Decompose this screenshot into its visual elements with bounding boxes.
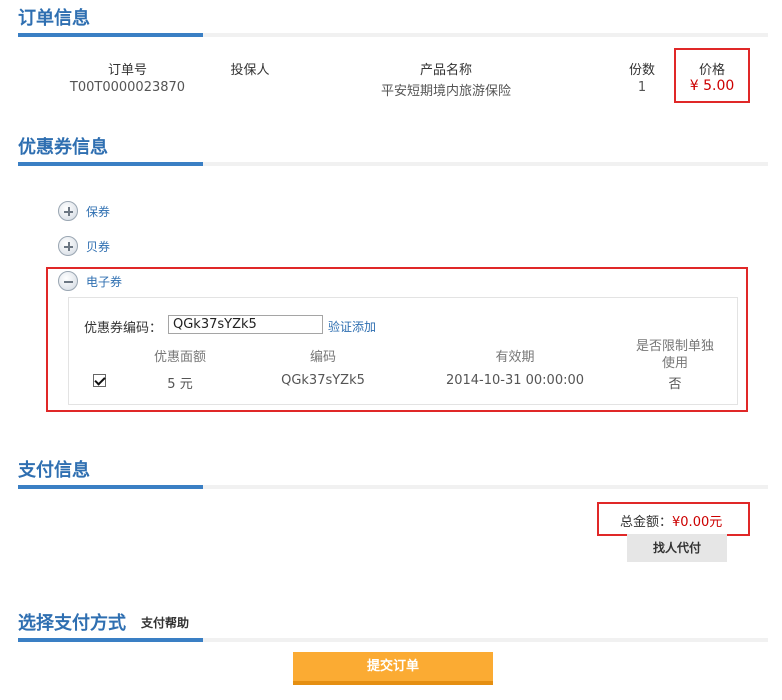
coupon-section-title: 优惠券信息 (18, 137, 108, 158)
coupon-code-cell: QGk37sYZk5 (281, 373, 365, 388)
total-amount: 总金额：¥0.00元 (620, 511, 722, 530)
coupon-type-label: 贝券 (86, 239, 111, 254)
price-value: ¥ 5.00 (689, 78, 735, 94)
payment-section-title: 支付信息 (18, 460, 90, 481)
order-section-title: 订单信息 (18, 8, 90, 29)
policyholder-header: 投保人 (230, 63, 270, 78)
coupon-code-label: 优惠券编码： (84, 321, 163, 336)
coupon-type-label: 保券 (86, 204, 111, 219)
section-underline-accent (18, 162, 203, 166)
price-column: 价格 ¥ 5.00 (676, 59, 748, 94)
coupon-type-baoquan[interactable]: 保券 (58, 200, 110, 222)
section-underline (203, 638, 768, 642)
coupon-select-checkbox[interactable] (93, 374, 106, 387)
coupon-code-input[interactable] (168, 315, 323, 334)
section-underline (203, 33, 768, 37)
order-number-column: 订单号 T00T0000023870 (60, 59, 195, 95)
order-number-header: 订单号 (107, 63, 147, 78)
coupon-amount-cell: 5 元 (167, 377, 193, 392)
section-underline-accent (18, 485, 203, 489)
quantity-column: 份数 1 (617, 59, 667, 95)
policyholder-column: 投保人 (215, 59, 285, 80)
coupon-table-header-code: 编码 (309, 350, 336, 365)
product-name-value: 平安短期境内旅游保险 (380, 84, 511, 99)
order-number-value: T00T0000023870 (69, 80, 186, 95)
product-name-header: 产品名称 (419, 63, 472, 78)
verify-add-link[interactable]: 验证添加 (328, 318, 376, 335)
coupon-expiry-cell: 2014-10-31 00:00:00 (445, 373, 585, 388)
price-header: 价格 (698, 63, 725, 78)
product-name-column: 产品名称 平安短期境内旅游保险 (356, 59, 536, 99)
total-label: 总金额： (620, 515, 673, 530)
section-underline (203, 485, 768, 489)
coupon-table-header-amount: 优惠面额 (153, 350, 206, 365)
coupon-table-header-expiry: 有效期 (495, 350, 535, 365)
expand-plus-icon (58, 201, 78, 221)
expand-plus-icon (58, 236, 78, 256)
quantity-value: 1 (637, 80, 647, 95)
coupon-type-beiquan[interactable]: 贝券 (58, 235, 110, 257)
pay-method-section-title: 选择支付方式 (18, 613, 126, 634)
quantity-header: 份数 (628, 63, 655, 78)
payment-help-link[interactable]: 支付帮助 (141, 614, 189, 631)
section-underline (203, 162, 768, 166)
proxy-pay-button[interactable]: 找人代付 (627, 534, 727, 562)
section-underline-accent (18, 33, 203, 37)
total-value: ¥0.00元 (672, 515, 723, 530)
section-underline-accent (18, 638, 203, 642)
submit-order-button[interactable]: 提交订单 (293, 652, 493, 685)
coupon-exclusive-cell: 否 (668, 377, 682, 392)
coupon-table-header-exclusive: 是否限制单独使用 (635, 339, 714, 371)
